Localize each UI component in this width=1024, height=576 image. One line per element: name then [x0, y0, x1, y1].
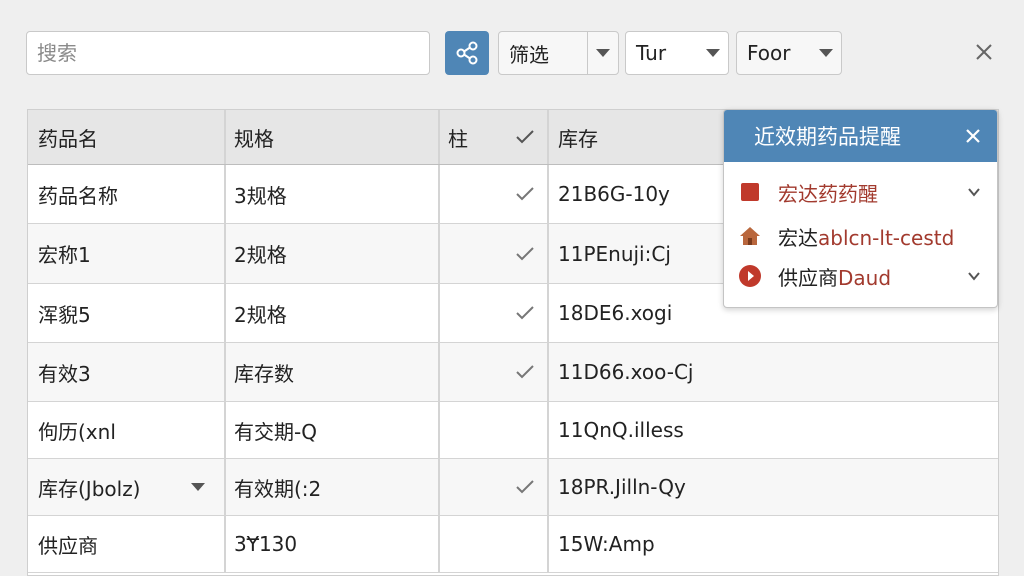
close-icon[interactable]	[972, 40, 996, 64]
chevron-down-icon[interactable]	[191, 483, 205, 491]
table-row[interactable]: 有效3 库存数 11D66.xoo-Cj	[28, 343, 998, 402]
cell-spec: 2规格	[234, 302, 287, 327]
cell-name: 浑貎5	[38, 302, 91, 327]
cell-spec: 库存数	[234, 361, 294, 386]
popup-item-text-b: Daud	[838, 265, 892, 290]
table-row[interactable]: 佝历(xnl 有交期-Q 11QnQ.illess	[28, 402, 998, 459]
cell-name: 宏称1	[38, 243, 91, 267]
cell-name: 药品名称	[38, 183, 118, 208]
popup-item-text-b: ablcn-lt-cestd	[818, 225, 955, 250]
foor-dropdown-label: Foor	[747, 41, 791, 65]
house-icon	[740, 227, 760, 245]
table-row[interactable]: 库存(Jbolz) 有效期(:2 18PR.Jilln-Qy	[28, 459, 998, 516]
cell-spec: 有交期-Q	[234, 419, 317, 444]
cell-spec: 2规格	[234, 243, 287, 267]
check-icon[interactable]	[510, 343, 540, 401]
chevron-down-icon[interactable]	[967, 185, 981, 199]
share-button[interactable]	[445, 31, 489, 75]
cell-spec: 3规格	[234, 183, 287, 208]
cell-name: 供应商	[38, 533, 98, 558]
share-icon	[456, 41, 478, 65]
cell-name: 佝历(xnl	[38, 419, 116, 444]
check-icon[interactable]	[510, 165, 540, 223]
check-icon[interactable]	[510, 284, 540, 342]
chevron-down-icon	[596, 49, 610, 57]
filter-dropdown-label: 筛选	[509, 42, 549, 67]
cell-stock: 11QnQ.illess	[558, 418, 684, 442]
toolbar: 筛选 Tur Foor	[0, 0, 1024, 100]
popup-header: 近效期药品提醒	[724, 110, 997, 162]
popup-item[interactable]: 宏达药药醒	[724, 172, 997, 212]
check-icon[interactable]	[510, 224, 540, 283]
popup-item[interactable]: 供应商Daud	[724, 256, 997, 296]
cell-spec: 3Ɏ130	[234, 532, 298, 556]
cell-stock: 11D66.xoo-Cj	[558, 360, 694, 384]
popup-item-text-a: 宏达	[778, 225, 818, 250]
foor-dropdown[interactable]: Foor	[736, 31, 842, 75]
header-col[interactable]: 柱	[448, 110, 488, 164]
popup-title: 近效期药品提醒	[754, 125, 901, 149]
filter-dropdown[interactable]: 筛选	[498, 31, 619, 75]
cell-spec: 有效期(:2	[234, 476, 322, 501]
tur-dropdown-label: Tur	[636, 41, 667, 65]
tur-dropdown[interactable]: Tur	[625, 31, 729, 75]
popup-item-text-a: 供应商	[778, 265, 838, 290]
check-icon[interactable]	[510, 459, 540, 515]
header-spec[interactable]: 规格	[234, 110, 434, 164]
popup-item-text: 宏达药药醒	[778, 181, 878, 206]
chevron-down-icon[interactable]	[967, 269, 981, 283]
cell-name: 有效3	[38, 361, 91, 386]
header-name[interactable]: 药品名	[38, 110, 228, 164]
square-icon	[741, 183, 759, 201]
table-row[interactable]: 供应商 3Ɏ130 15W:Amp	[28, 516, 998, 573]
search-input[interactable]	[26, 31, 430, 75]
cell-stock: 15W:Amp	[558, 532, 655, 556]
play-circle-icon	[739, 265, 761, 287]
cell-stock: 18PR.Jilln-Qy	[558, 475, 686, 499]
chevron-down-icon	[706, 49, 720, 57]
expiry-reminder-popup: 近效期药品提醒 宏达药药醒 宏达ablcn-lt-cestd 供应商Daud	[723, 109, 998, 308]
chevron-down-icon	[819, 49, 833, 57]
popup-item[interactable]: 宏达ablcn-lt-cestd	[724, 216, 997, 256]
header-check-icon[interactable]	[510, 110, 540, 164]
close-icon[interactable]	[963, 126, 983, 146]
